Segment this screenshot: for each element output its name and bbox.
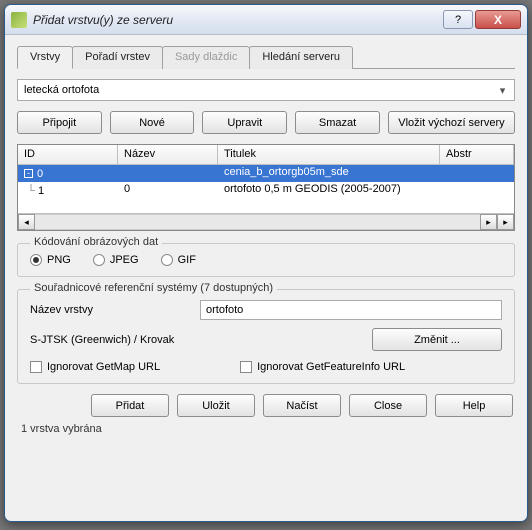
status-text: 1 vrstva vybrána	[17, 421, 515, 441]
scroll-left-button[interactable]: ◂	[18, 214, 35, 230]
ignore-getfeatureinfo-checkbox[interactable]: Ignorovat GetFeatureInfo URL	[240, 361, 405, 373]
edit-button[interactable]: Upravit	[202, 111, 287, 134]
checkbox-icon	[240, 361, 252, 373]
radio-dot-icon	[161, 254, 173, 266]
crs-group-title: Souřadnicové referenční systémy (7 dostu…	[30, 282, 277, 294]
radio-gif[interactable]: GIF	[161, 254, 196, 266]
change-crs-button[interactable]: Změnit ...	[372, 328, 502, 351]
help-titlebar-button[interactable]: ?	[443, 10, 473, 29]
collapse-icon[interactable]: -	[24, 169, 33, 178]
col-id[interactable]: ID	[18, 145, 118, 164]
delete-button[interactable]: Smazat	[295, 111, 380, 134]
layer-table: ID Název Titulek Abstr -0 cenia_b_ortorg…	[17, 144, 515, 231]
connect-button[interactable]: Připojit	[17, 111, 102, 134]
load-button[interactable]: Načíst	[263, 394, 341, 417]
layer-name-label: Název vrstvy	[30, 304, 190, 316]
horizontal-scrollbar[interactable]: ◂ ▸ ▸	[18, 213, 514, 230]
tab-tilesets: Sady dlaždic	[162, 46, 250, 69]
app-icon	[11, 12, 27, 28]
connection-selected: letecká ortofota	[24, 84, 99, 96]
titlebar[interactable]: Přidat vrstvu(y) ze serveru ? X	[5, 5, 527, 35]
table-row[interactable]: └1 0 ortofoto 0,5 m GEODIS (2005-2007)	[18, 182, 514, 199]
connection-combo[interactable]: letecká ortofota ▾	[17, 79, 515, 101]
table-header: ID Název Titulek Abstr	[18, 145, 514, 165]
encoding-group-title: Kódování obrázových dat	[30, 236, 162, 248]
col-title[interactable]: Titulek	[218, 145, 440, 164]
scroll-track[interactable]	[35, 214, 480, 230]
save-button[interactable]: Uložit	[177, 394, 255, 417]
crs-name: S-JTSK (Greenwich) / Krovak	[30, 334, 362, 346]
radio-png[interactable]: PNG	[30, 254, 71, 266]
tree-branch-icon: └	[24, 185, 38, 197]
window-title: Přidat vrstvu(y) ze serveru	[33, 13, 443, 27]
close-titlebar-button[interactable]: X	[475, 10, 521, 29]
radio-dot-icon	[30, 254, 42, 266]
new-button[interactable]: Nové	[110, 111, 195, 134]
col-abstract[interactable]: Abstr	[440, 145, 514, 164]
tabstrip: Vrstvy Pořadí vrstev Sady dlaždic Hledán…	[17, 45, 515, 69]
tab-order[interactable]: Pořadí vrstev	[72, 46, 163, 69]
close-button[interactable]: Close	[349, 394, 427, 417]
encoding-group: Kódování obrázových dat PNG JPEG GIF	[17, 243, 515, 277]
default-servers-button[interactable]: Vložit výchozí servery	[388, 111, 515, 134]
help-button[interactable]: Help	[435, 394, 513, 417]
scroll-right-button[interactable]: ▸	[480, 214, 497, 230]
radio-dot-icon	[93, 254, 105, 266]
dialog-buttons: Přidat Uložit Načíst Close Help	[17, 384, 515, 421]
crs-group: Souřadnicové referenční systémy (7 dostu…	[17, 289, 515, 384]
dialog-window: Přidat vrstvu(y) ze serveru ? X Vrstvy P…	[4, 4, 528, 522]
tab-layers[interactable]: Vrstvy	[17, 46, 73, 69]
scroll-right-button[interactable]: ▸	[497, 214, 514, 230]
radio-jpeg[interactable]: JPEG	[93, 254, 139, 266]
checkbox-icon	[30, 361, 42, 373]
tab-search[interactable]: Hledání serveru	[249, 46, 353, 69]
col-name[interactable]: Název	[118, 145, 218, 164]
table-row[interactable]: -0 cenia_b_ortorgb05m_sde	[18, 165, 514, 182]
add-button[interactable]: Přidat	[91, 394, 169, 417]
ignore-getmap-checkbox[interactable]: Ignorovat GetMap URL	[30, 361, 160, 373]
layer-name-input[interactable]	[200, 300, 502, 320]
chevron-down-icon: ▾	[495, 83, 510, 98]
